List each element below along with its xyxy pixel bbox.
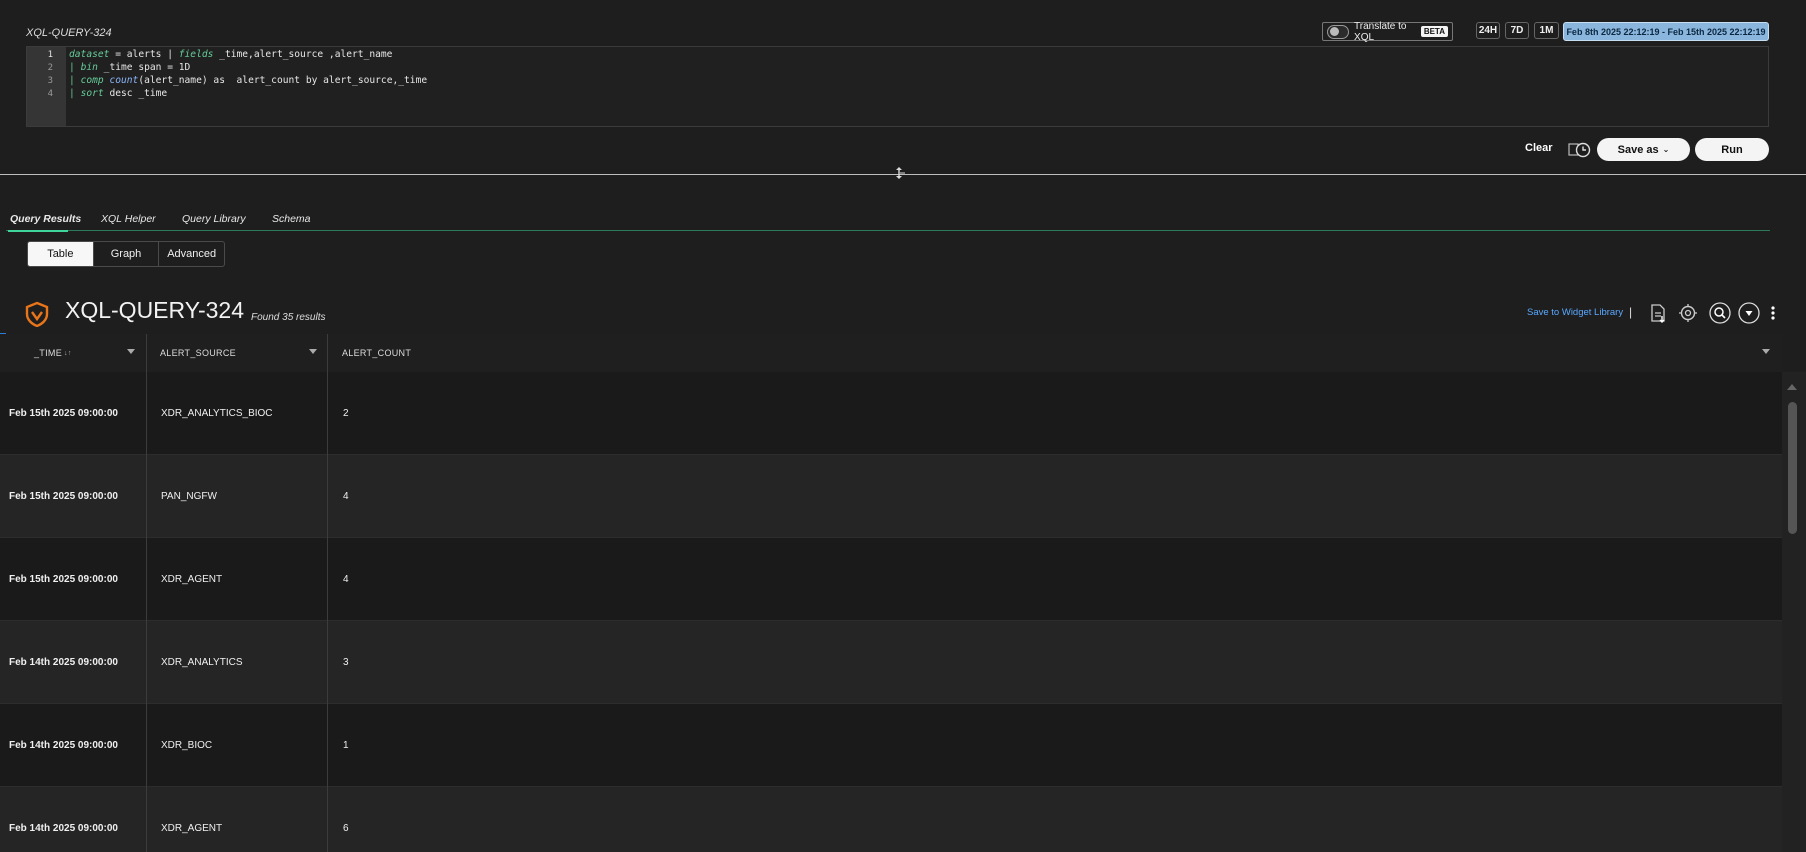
view-table-button[interactable]: Table (28, 242, 93, 266)
range-1m-button[interactable]: 1M (1534, 22, 1559, 39)
column-header-alert-source[interactable]: ALERT_SOURCE (160, 334, 280, 372)
table-row[interactable]: Feb 14th 2025 09:00:00 XDR_ANALYTICS 3 (0, 621, 1782, 704)
table-row[interactable]: Feb 15th 2025 09:00:00 PAN_NGFW 4 (0, 455, 1782, 538)
tab-xql-helper[interactable]: XQL Helper (101, 213, 156, 225)
column-header-alert-count[interactable]: ALERT_COUNT (342, 334, 462, 372)
table-row[interactable]: Feb 14th 2025 09:00:00 XDR_AGENT 6 (0, 787, 1782, 852)
results-table: _TIME ↓↑ ALERT_SOURCE ALERT_COUNT Feb 15… (0, 334, 1782, 852)
query-editor[interactable]: 1 2 3 4 dataset = alerts | fields _time,… (26, 46, 1769, 127)
save-as-label: Save as (1617, 143, 1659, 156)
code-line-3[interactable]: | comp count(alert_name) as alert_count … (69, 75, 427, 86)
code-pipe: | (69, 62, 81, 73)
table-row[interactable]: Feb 15th 2025 09:00:00 XDR_AGENT 4 (0, 538, 1782, 621)
code-line-2[interactable]: | bin _time span = 1D (69, 62, 190, 73)
query-title: XQL-QUERY-324 (26, 27, 112, 39)
code-pipe: | (69, 88, 81, 99)
table-row[interactable]: Feb 14th 2025 09:00:00 XDR_BIOC 1 (0, 704, 1782, 787)
more-options-icon[interactable] (1766, 302, 1780, 324)
cell-time: Feb 15th 2025 09:00:00 (9, 491, 118, 502)
line-number: 4 (47, 89, 53, 99)
code-function: count (103, 75, 139, 86)
active-tab-indicator (8, 230, 68, 232)
filter-dropdown-icon[interactable] (1738, 302, 1760, 324)
cell-alert-count: 6 (343, 823, 349, 834)
tab-query-library[interactable]: Query Library (182, 213, 246, 225)
beta-badge: BETA (1420, 26, 1448, 37)
cell-alert-count: 4 (343, 574, 349, 585)
cell-alert-source: PAN_NGFW (161, 491, 217, 502)
run-button[interactable]: Run (1695, 138, 1769, 161)
code-keyword: dataset (69, 49, 110, 60)
translate-to-xql-toggle[interactable]: Translate to XQL BETA (1322, 20, 1453, 43)
table-scrollbar[interactable] (1782, 372, 1806, 852)
line-number: 2 (47, 63, 53, 73)
save-as-button[interactable]: Save as ⌄ (1597, 138, 1690, 161)
save-to-widget-library-link[interactable]: Save to Widget Library (1527, 307, 1623, 318)
code-keyword: fields (178, 49, 214, 60)
view-mode-switch: Table Graph Advanced (27, 241, 225, 267)
column-header-time[interactable]: _TIME ↓↑ (34, 334, 134, 372)
schedule-query-icon[interactable] (1568, 141, 1591, 158)
code-text: desc _time (103, 88, 168, 99)
code-line-1[interactable]: dataset = alerts | fields _time,alert_so… (69, 49, 392, 60)
filter-icon[interactable] (127, 349, 135, 354)
column-divider (146, 334, 147, 852)
cell-time: Feb 14th 2025 09:00:00 (9, 740, 118, 751)
date-range-picker[interactable]: Feb 8th 2025 22:12:19 - Feb 15th 2025 22… (1563, 22, 1769, 41)
table-header: _TIME ↓↑ ALERT_SOURCE ALERT_COUNT (0, 334, 1782, 373)
cell-alert-count: 3 (343, 657, 349, 668)
cell-time: Feb 15th 2025 09:00:00 (9, 408, 118, 419)
cell-alert-source: XDR_BIOC (161, 740, 213, 751)
tab-divider (6, 230, 1770, 231)
column-label: _TIME (34, 348, 63, 358)
code-text: = alerts | (109, 49, 179, 60)
refresh-icon[interactable] (1677, 302, 1699, 324)
table-row[interactable]: Feb 15th 2025 09:00:00 XDR_ANALYTICS_BIOC… (0, 372, 1782, 455)
results-title: XQL-QUERY-324 (65, 297, 244, 323)
resize-handle-icon[interactable] (893, 166, 905, 180)
cell-alert-source: XDR_AGENT (161, 823, 223, 834)
toolbar-separator: | (1629, 305, 1633, 319)
cell-time: Feb 15th 2025 09:00:00 (9, 574, 118, 585)
filter-icon[interactable] (1762, 349, 1770, 354)
toggle-switch-icon[interactable] (1327, 24, 1350, 39)
scroll-thumb[interactable] (1788, 402, 1797, 534)
range-24h-button[interactable]: 24H (1476, 22, 1500, 39)
line-number: 1 (47, 50, 53, 60)
cell-alert-count: 1 (343, 740, 349, 751)
filter-icon[interactable] (309, 349, 317, 354)
clear-button[interactable]: Clear (1525, 142, 1553, 154)
range-7d-button[interactable]: 7D (1505, 22, 1529, 39)
cell-alert-count: 2 (343, 408, 349, 419)
code-text: _time,alert_source ,alert_name (213, 49, 393, 60)
column-divider (327, 334, 328, 852)
tab-query-results[interactable]: Query Results (10, 213, 81, 225)
code-pipe: | (69, 75, 81, 86)
translate-label: Translate to XQL (1354, 20, 1407, 43)
code-line-4[interactable]: | sort desc _time (69, 88, 167, 99)
code-keyword: bin (80, 62, 98, 73)
results-count: Found 35 results (251, 312, 326, 323)
cell-alert-source: XDR_AGENT (161, 574, 223, 585)
code-text: (alert_name) as alert_count by alert_sou… (138, 75, 428, 86)
chevron-down-icon: ⌄ (1662, 145, 1670, 154)
sort-icon[interactable]: ↓↑ (64, 350, 72, 357)
shield-icon (24, 301, 50, 328)
code-keyword: sort (80, 88, 104, 99)
scroll-up-icon[interactable] (1787, 384, 1797, 390)
code-keyword: comp (80, 75, 104, 86)
export-icon[interactable] (1647, 302, 1669, 324)
cell-alert-source: XDR_ANALYTICS (161, 657, 243, 668)
code-text: _time span = 1D (97, 62, 191, 73)
line-gutter: 1 2 3 4 (27, 47, 66, 126)
cell-alert-source: XDR_ANALYTICS_BIOC (161, 408, 273, 419)
cell-time: Feb 14th 2025 09:00:00 (9, 657, 118, 668)
cell-time: Feb 14th 2025 09:00:00 (9, 823, 118, 834)
line-number: 3 (47, 76, 53, 86)
view-graph-button[interactable]: Graph (92, 242, 159, 266)
cell-alert-count: 4 (343, 491, 349, 502)
view-advanced-button[interactable]: Advanced (158, 242, 224, 266)
tab-schema[interactable]: Schema (272, 213, 311, 225)
search-icon[interactable] (1709, 302, 1731, 324)
